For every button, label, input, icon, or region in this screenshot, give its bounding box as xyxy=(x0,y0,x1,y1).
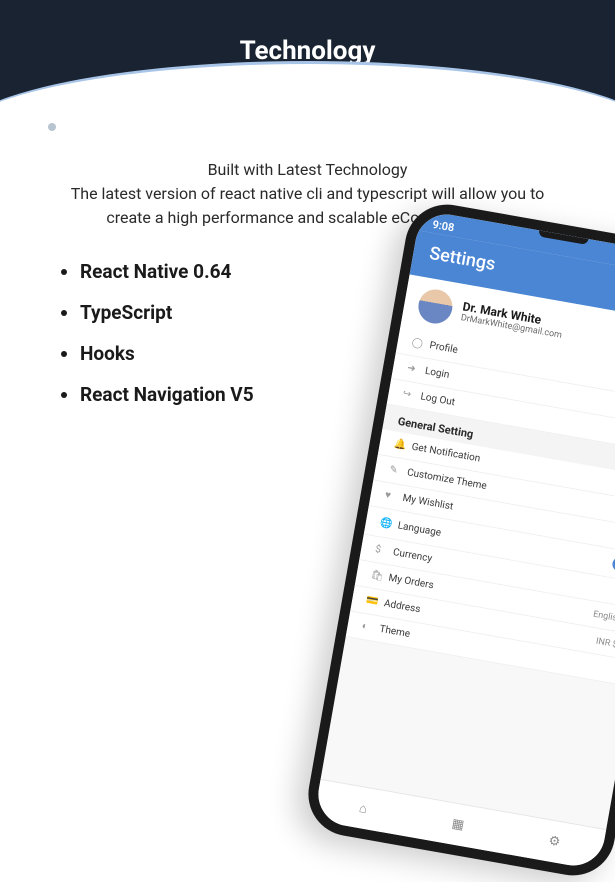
gear-icon[interactable]: ⚙ xyxy=(547,833,561,850)
dollar-icon: $ xyxy=(374,544,394,558)
page-title: Technology xyxy=(0,0,615,66)
orders-icon: 🛍 xyxy=(370,569,390,583)
status-time: 9:08 xyxy=(432,218,456,235)
home-icon[interactable]: ⌂ xyxy=(358,800,369,817)
bottom-nav: ⌂ ▦ ⚙ xyxy=(313,779,606,871)
theme-icon: ✎ xyxy=(388,464,408,478)
header-curve xyxy=(0,61,615,140)
user-icon: ◯ xyxy=(411,337,431,351)
decorative-dot xyxy=(48,123,56,131)
menu-item-value: INR $ xyxy=(595,636,615,650)
theme2-icon: ◐ xyxy=(361,621,381,635)
globe-icon: 🌐 xyxy=(379,517,399,531)
heart-icon: ♥ xyxy=(384,490,404,504)
grid-icon[interactable]: ▦ xyxy=(451,816,466,833)
menu-item-value: English xyxy=(592,609,615,624)
login-icon: ➜ xyxy=(406,363,426,377)
address-icon: 💳 xyxy=(365,595,385,609)
user-info: Dr. Mark White DrMarkWhite@gmail.com xyxy=(460,299,565,340)
bell-icon: 🔔 xyxy=(393,438,413,452)
avatar xyxy=(416,287,455,326)
page-header: Technology xyxy=(0,0,615,140)
logout-icon: ↪ xyxy=(402,388,422,402)
subtitle-line1: Built with Latest Technology xyxy=(50,158,565,182)
